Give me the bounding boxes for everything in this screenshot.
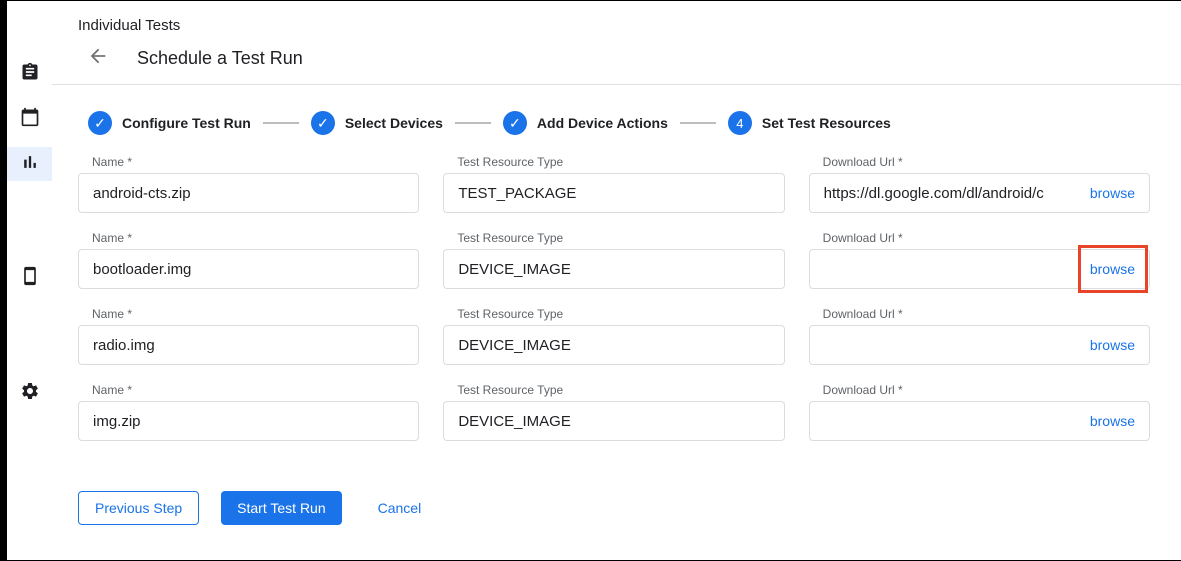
resource-type-input[interactable]: DEVICE_IMAGE (443, 401, 784, 441)
resource-name-field: Name * img.zip (78, 383, 419, 441)
step-connector (680, 122, 716, 124)
resource-url-input[interactable]: browse (809, 325, 1150, 365)
field-label: Test Resource Type (457, 231, 784, 245)
field-value: bootloader.img (93, 261, 404, 278)
field-label: Download Url * (823, 307, 1150, 321)
browse-button[interactable]: browse (1090, 261, 1135, 277)
browse-button[interactable]: browse (1090, 413, 1135, 429)
step-done-icon: ✓ (88, 111, 112, 135)
field-label: Name * (92, 155, 419, 169)
page-title: Schedule a Test Run (137, 48, 303, 69)
step-done-icon: ✓ (503, 111, 527, 135)
field-value: radio.img (93, 337, 404, 354)
step-set-test-resources[interactable]: 4 Set Test Resources (728, 111, 891, 135)
field-label: Download Url * (823, 155, 1150, 169)
sidebar (7, 1, 52, 561)
app-window: Individual Tests Schedule a Test Run ✓ C… (0, 0, 1181, 561)
resource-type-field: Test Resource Type DEVICE_IMAGE (443, 307, 784, 365)
field-label: Name * (92, 307, 419, 321)
resource-type-field: Test Resource Type DEVICE_IMAGE (443, 231, 784, 289)
step-label: Configure Test Run (122, 115, 251, 131)
sidebar-item-tests[interactable] (7, 57, 52, 91)
step-configure-test-run[interactable]: ✓ Configure Test Run (88, 111, 251, 135)
step-connector (263, 122, 299, 124)
gear-icon (20, 381, 40, 406)
previous-step-button[interactable]: Previous Step (78, 491, 199, 525)
header-divider (52, 84, 1181, 85)
breadcrumb: Individual Tests (78, 17, 1181, 34)
resource-type-field: Test Resource Type DEVICE_IMAGE (443, 383, 784, 441)
field-label: Test Resource Type (457, 307, 784, 321)
window-left-edge (0, 1, 7, 561)
page-header: Individual Tests Schedule a Test Run (52, 1, 1181, 70)
resource-url-field: Download Url * browse (809, 231, 1150, 289)
cancel-button[interactable]: Cancel (378, 500, 422, 516)
bar-chart-icon (20, 152, 40, 177)
resource-name-field: Name * android-cts.zip (78, 155, 419, 213)
sidebar-item-results[interactable] (7, 147, 52, 181)
field-value: TEST_PACKAGE (458, 185, 769, 202)
step-label: Add Device Actions (537, 115, 668, 131)
browse-button[interactable]: browse (1090, 337, 1135, 353)
arrow-back-icon (87, 45, 109, 72)
sidebar-item-settings[interactable] (7, 376, 52, 410)
browse-button[interactable]: browse (1090, 185, 1135, 201)
stepper: ✓ Configure Test Run ✓ Select Devices ✓ … (88, 111, 1181, 135)
resource-name-input[interactable]: bootloader.img (78, 249, 419, 289)
field-label: Test Resource Type (457, 155, 784, 169)
step-connector (455, 122, 491, 124)
resource-name-input[interactable]: radio.img (78, 325, 419, 365)
field-value: img.zip (93, 413, 404, 430)
resource-url-field: Download Url * browse (809, 307, 1150, 365)
back-button[interactable] (86, 46, 110, 70)
step-number-badge: 4 (728, 111, 752, 135)
step-select-devices[interactable]: ✓ Select Devices (311, 111, 443, 135)
step-label: Select Devices (345, 115, 443, 131)
field-label: Name * (92, 383, 419, 397)
resource-url-input[interactable]: https://dl.google.com/dl/android/c brows… (809, 173, 1150, 213)
resource-type-input[interactable]: TEST_PACKAGE (443, 173, 784, 213)
resource-type-input[interactable]: DEVICE_IMAGE (443, 249, 784, 289)
resource-url-input[interactable]: browse (809, 401, 1150, 441)
field-label: Name * (92, 231, 419, 245)
field-value: DEVICE_IMAGE (458, 337, 769, 354)
field-value: DEVICE_IMAGE (458, 261, 769, 278)
resource-name-input[interactable]: img.zip (78, 401, 419, 441)
clipboard-icon (20, 62, 40, 87)
field-value: DEVICE_IMAGE (458, 413, 769, 430)
field-value: android-cts.zip (93, 185, 404, 202)
step-add-device-actions[interactable]: ✓ Add Device Actions (503, 111, 668, 135)
calendar-icon (20, 107, 40, 132)
resource-name-input[interactable]: android-cts.zip (78, 173, 419, 213)
sidebar-item-devices[interactable] (7, 261, 52, 295)
phone-icon (20, 266, 40, 291)
sidebar-item-plans[interactable] (7, 102, 52, 136)
resource-type-field: Test Resource Type TEST_PACKAGE (443, 155, 784, 213)
test-resources-form: Name * android-cts.zip Test Resource Typ… (78, 155, 1150, 441)
resource-name-field: Name * radio.img (78, 307, 419, 365)
resource-type-input[interactable]: DEVICE_IMAGE (443, 325, 784, 365)
field-label: Download Url * (823, 383, 1150, 397)
resource-url-field: Download Url * browse (809, 383, 1150, 441)
field-label: Download Url * (823, 231, 1150, 245)
field-value: https://dl.google.com/dl/android/c (824, 185, 1080, 202)
main-content: Individual Tests Schedule a Test Run ✓ C… (52, 1, 1181, 561)
step-label: Set Test Resources (762, 115, 891, 131)
start-test-run-button[interactable]: Start Test Run (221, 491, 341, 525)
action-bar: Previous Step Start Test Run Cancel (78, 491, 1181, 525)
resource-url-field: Download Url * https://dl.google.com/dl/… (809, 155, 1150, 213)
field-label: Test Resource Type (457, 383, 784, 397)
step-done-icon: ✓ (311, 111, 335, 135)
resource-name-field: Name * bootloader.img (78, 231, 419, 289)
resource-url-input[interactable]: browse (809, 249, 1150, 289)
